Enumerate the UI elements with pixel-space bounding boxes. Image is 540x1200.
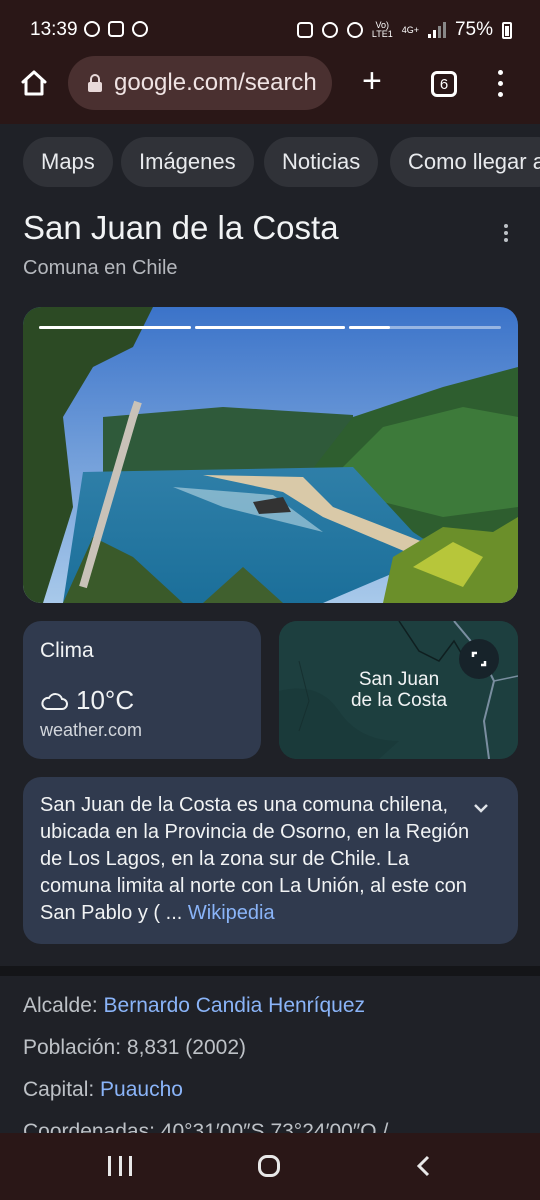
- network-type: 4G+: [401, 24, 419, 35]
- notification-icons: [84, 21, 148, 37]
- weather-temperature: 10°C: [76, 685, 135, 715]
- search-filter-chips: Maps Imágenes Noticias Como llegar a: [0, 124, 540, 208]
- instagram-notification-icon: [108, 21, 124, 37]
- status-bar: 13:39 Vo) LTE1 4G+ 75%: [0, 0, 540, 56]
- status-time: 13:39: [30, 19, 78, 40]
- tab-switcher-icon[interactable]: 6: [431, 71, 457, 97]
- fact-capital: Capital: Puaucho: [23, 1078, 183, 1101]
- chip-maps[interactable]: Maps: [23, 137, 113, 187]
- more-options-icon[interactable]: [497, 70, 503, 98]
- system-navigation-bar: [0, 1133, 540, 1200]
- chip-news[interactable]: Noticias: [264, 137, 379, 187]
- slack-notification-icon: [132, 21, 148, 37]
- section-divider: [0, 966, 540, 976]
- hotspot-icon: [346, 22, 363, 38]
- facts-list: Alcalde: Bernardo Candia Henríquez Pobla…: [23, 992, 523, 1138]
- chip-images[interactable]: Imágenes: [121, 137, 254, 187]
- map-card[interactable]: San Juan de la Costa: [279, 621, 518, 759]
- weather-temperature-row: 10°C: [40, 685, 134, 716]
- fact-mayor: Alcalde: Bernardo Candia Henríquez: [23, 994, 366, 1017]
- address-bar[interactable]: google.com/search: [68, 56, 332, 110]
- population-value: 8,831 (2002): [126, 1036, 246, 1059]
- place-photo[interactable]: [23, 307, 518, 603]
- alarm-icon: [321, 22, 338, 38]
- battery-percent: 75%: [454, 19, 493, 40]
- photo-progress-3: [349, 326, 501, 329]
- battery-icon: [502, 21, 512, 39]
- expand-icon[interactable]: [459, 639, 499, 679]
- mayor-link[interactable]: Bernardo Candia Henríquez: [104, 994, 366, 1017]
- place-title: San Juan de la Costa: [23, 209, 339, 246]
- weather-label: Clima: [40, 639, 94, 662]
- panel-more-icon[interactable]: [504, 224, 510, 245]
- place-subtitle: Comuna en Chile: [23, 257, 178, 279]
- photo-progress-1: [39, 326, 191, 329]
- back-icon[interactable]: [414, 1155, 436, 1177]
- signal-icon: [427, 22, 446, 38]
- chevron-down-icon[interactable]: [472, 801, 490, 815]
- fact-population: Población: 8,831 (2002): [23, 1036, 246, 1059]
- new-tab-icon[interactable]: +: [362, 64, 382, 98]
- weather-card[interactable]: Clima 10°C weather.com: [23, 621, 261, 759]
- chrome-notification-icon: [84, 21, 100, 37]
- cloud-icon: [41, 692, 68, 710]
- home-button-icon[interactable]: [258, 1155, 280, 1177]
- chip-directions[interactable]: Como llegar a: [390, 137, 540, 187]
- recent-apps-icon[interactable]: [108, 1156, 132, 1176]
- volte-indicator: Vo) LTE1: [371, 20, 393, 39]
- data-saver-icon: [296, 22, 313, 38]
- wikipedia-link[interactable]: Wikipedia: [188, 902, 275, 924]
- map-place-label: San Juan de la Costa: [350, 669, 448, 711]
- description-text: San Juan de la Costa es una comuna chile…: [40, 794, 470, 924]
- weather-source: weather.com: [40, 720, 143, 740]
- capital-link[interactable]: Puaucho: [100, 1078, 183, 1101]
- url-text[interactable]: google.com/search: [114, 69, 317, 97]
- coast-landscape-image: [23, 307, 518, 603]
- home-icon[interactable]: [20, 69, 48, 97]
- photo-progress-2: [195, 326, 345, 329]
- description-ellipsis: ...: [165, 902, 183, 924]
- browser-toolbar: google.com/search + 6: [0, 56, 540, 125]
- description-card[interactable]: San Juan de la Costa es una comuna chile…: [23, 777, 518, 944]
- lock-icon[interactable]: [88, 74, 102, 92]
